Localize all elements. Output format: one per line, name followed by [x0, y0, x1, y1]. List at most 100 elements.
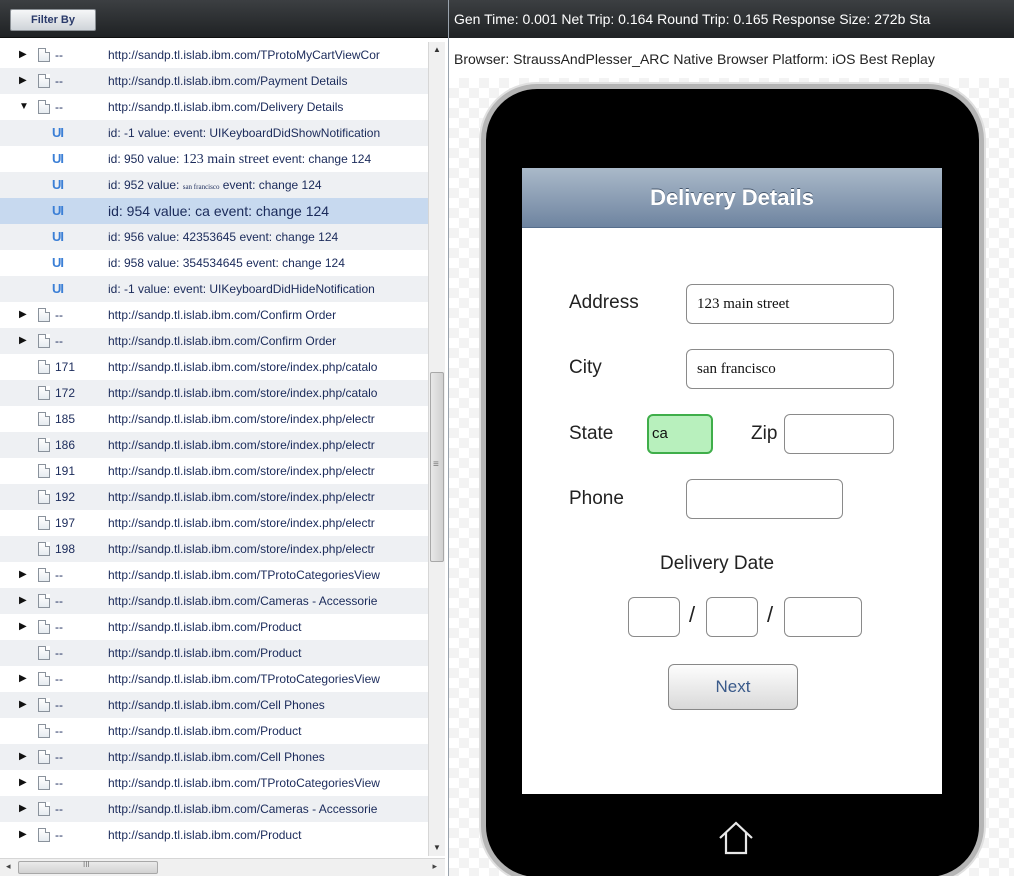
tree-row[interactable]: 185 http://sandp.tl.islab.ibm.com/store/i…	[0, 406, 428, 432]
home-button-icon[interactable]	[716, 818, 756, 858]
horizontal-scrollbar[interactable]: ◂ ▸	[0, 858, 445, 876]
ui-event-icon: UI	[52, 151, 64, 166]
vertical-scrollbar[interactable]: ▲ ▼	[428, 42, 445, 856]
tree-row[interactable]: ▶ -- http://sandp.tl.islab.ibm.com/Confirm…	[0, 302, 428, 328]
date-separator: /	[689, 602, 696, 627]
city-field[interactable]: san francisco	[686, 349, 894, 389]
collapsed-arrow-icon[interactable]: ▶	[19, 588, 29, 614]
tree-row[interactable]: ▶ -- http://sandp.tl.islab.ibm.com/TProtoC…	[0, 770, 428, 796]
document-icon	[38, 750, 50, 764]
collapsed-arrow-icon[interactable]: ▶	[19, 770, 29, 796]
tree-row[interactable]: UI id: 954 value: ca event: change 124	[0, 198, 428, 224]
document-icon	[38, 724, 50, 738]
tree-row[interactable]: ▶ -- http://sandp.tl.islab.ibm.com/Cameras…	[0, 796, 428, 822]
row-text: id: -1 value: event: UIKeyboardDidHideNo…	[108, 282, 375, 296]
browser-info: Browser: StraussAndPlesser_ARC Native Br…	[449, 42, 1014, 76]
state-field[interactable]: ca	[647, 414, 713, 454]
tree-row[interactable]: ▶ -- http://sandp.tl.islab.ibm.com/TProtoC…	[0, 666, 428, 692]
document-icon	[38, 74, 50, 88]
tree-row[interactable]: ▶ -- http://sandp.tl.islab.ibm.com/Payment…	[0, 68, 428, 94]
tree-row[interactable]: ▶ -- http://sandp.tl.islab.ibm.com/TProtoC…	[0, 562, 428, 588]
tree-row[interactable]: 172 http://sandp.tl.islab.ibm.com/store/i…	[0, 380, 428, 406]
row-id: --	[55, 74, 63, 88]
tree-row[interactable]: UI id: -1 value: event: UIKeyboardDidHide…	[0, 276, 428, 302]
date-year-field[interactable]	[784, 597, 862, 637]
tree-row[interactable]: -- http://sandp.tl.islab.ibm.com/Product	[0, 718, 428, 744]
state-label: State	[569, 423, 614, 444]
tree-row[interactable]: -- http://sandp.tl.islab.ibm.com/Product	[0, 640, 428, 666]
expanded-arrow-icon[interactable]: ▼	[19, 94, 29, 120]
row-id: --	[55, 828, 63, 842]
tree-row[interactable]: ▼ -- http://sandp.tl.islab.ibm.com/Deliver…	[0, 94, 428, 120]
date-month-field[interactable]	[628, 597, 680, 637]
row-text-part: id: 952 value:	[108, 178, 183, 192]
row-id: --	[55, 620, 63, 634]
scroll-thumb[interactable]	[430, 372, 444, 562]
tree-row[interactable]: UI id: 952 value: san francisco event: ch…	[0, 172, 428, 198]
collapsed-arrow-icon[interactable]: ▶	[19, 666, 29, 692]
tree-row[interactable]: ▶ -- http://sandp.tl.islab.ibm.com/TProtoM…	[0, 42, 428, 68]
document-icon	[38, 464, 50, 478]
row-text-part: event: change 124	[219, 178, 322, 192]
row-id: --	[55, 672, 63, 686]
row-id: 197	[55, 516, 76, 530]
address-label: Address	[569, 292, 639, 313]
tree-row[interactable]: ▶ -- http://sandp.tl.islab.ibm.com/Product	[0, 822, 428, 848]
row-id: 186	[55, 438, 76, 452]
row-text: http://sandp.tl.islab.ibm.com/Cameras - …	[108, 802, 378, 816]
scroll-left-icon[interactable]: ◂	[6, 861, 11, 872]
collapsed-arrow-icon[interactable]: ▶	[19, 796, 29, 822]
tree-row[interactable]: ▶ -- http://sandp.tl.islab.ibm.com/Product	[0, 614, 428, 640]
collapsed-arrow-icon[interactable]: ▶	[19, 42, 29, 68]
row-text: id: 958 value: 354534645 event: change 1…	[108, 256, 345, 270]
date-day-field[interactable]	[706, 597, 758, 637]
replay-canvas: Delivery Details Address 123 main street…	[449, 78, 1014, 876]
tree-row[interactable]: 192 http://sandp.tl.islab.ibm.com/store/i…	[0, 484, 428, 510]
tree-row[interactable]: ▶ -- http://sandp.tl.islab.ibm.com/Cell Ph…	[0, 744, 428, 770]
scroll-right-icon[interactable]: ▸	[432, 861, 437, 872]
tree-row[interactable]: ▶ -- http://sandp.tl.islab.ibm.com/Cell Ph…	[0, 692, 428, 718]
ui-event-icon: UI	[52, 281, 64, 296]
collapsed-arrow-icon[interactable]: ▶	[19, 614, 29, 640]
ui-event-icon: UI	[52, 203, 64, 218]
collapsed-arrow-icon[interactable]: ▶	[19, 744, 29, 770]
collapsed-arrow-icon[interactable]: ▶	[19, 692, 29, 718]
address-field[interactable]: 123 main street	[686, 284, 894, 324]
tree-row[interactable]: UI id: 956 value: 42353645 event: change …	[0, 224, 428, 250]
zip-field[interactable]	[784, 414, 894, 454]
collapsed-arrow-icon[interactable]: ▶	[19, 822, 29, 848]
row-id: 172	[55, 386, 76, 400]
collapsed-arrow-icon[interactable]: ▶	[19, 562, 29, 588]
tree-row[interactable]: ▶ -- http://sandp.tl.islab.ibm.com/Cameras…	[0, 588, 428, 614]
tree-row[interactable]: 198 http://sandp.tl.islab.ibm.com/store/i…	[0, 536, 428, 562]
collapsed-arrow-icon[interactable]: ▶	[19, 68, 29, 94]
row-text: http://sandp.tl.islab.ibm.com/store/inde…	[108, 386, 378, 400]
horizontal-scroll-thumb[interactable]	[18, 860, 158, 874]
row-text: http://sandp.tl.islab.ibm.com/store/inde…	[108, 490, 375, 504]
phone-field[interactable]	[686, 479, 843, 519]
nav-bar: Delivery Details	[522, 168, 942, 228]
row-text: http://sandp.tl.islab.ibm.com/store/inde…	[108, 438, 375, 452]
document-icon	[38, 438, 50, 452]
next-button[interactable]: Next	[668, 664, 798, 710]
collapsed-arrow-icon[interactable]: ▶	[19, 328, 29, 354]
row-text: http://sandp.tl.islab.ibm.com/Payment De…	[108, 74, 348, 88]
scroll-up-icon[interactable]: ▲	[429, 42, 445, 58]
tree-row[interactable]: UI id: -1 value: event: UIKeyboardDidShow…	[0, 120, 428, 146]
tree-row[interactable]: 191 http://sandp.tl.islab.ibm.com/store/i…	[0, 458, 428, 484]
row-id: --	[55, 334, 63, 348]
tree-row[interactable]: 171 http://sandp.tl.islab.ibm.com/store/i…	[0, 354, 428, 380]
tree-row[interactable]: ▶ -- http://sandp.tl.islab.ibm.com/Confirm…	[0, 328, 428, 354]
collapsed-arrow-icon[interactable]: ▶	[19, 302, 29, 328]
scroll-down-icon[interactable]: ▼	[429, 840, 445, 856]
row-text-part: id: 950 value:	[108, 152, 183, 166]
row-id: 191	[55, 464, 76, 478]
row-text: http://sandp.tl.islab.ibm.com/store/inde…	[108, 542, 375, 556]
row-text-part: event: change 124	[269, 152, 372, 166]
tree-row[interactable]: UI id: 950 value: 123 main street event: …	[0, 146, 428, 172]
tree-row[interactable]: UI id: 958 value: 354534645 event: change…	[0, 250, 428, 276]
filter-by-button[interactable]: Filter By	[10, 9, 96, 31]
tree-row[interactable]: 197 http://sandp.tl.islab.ibm.com/store/i…	[0, 510, 428, 536]
tree-row[interactable]: 186 http://sandp.tl.islab.ibm.com/store/i…	[0, 432, 428, 458]
row-id: --	[55, 594, 63, 608]
